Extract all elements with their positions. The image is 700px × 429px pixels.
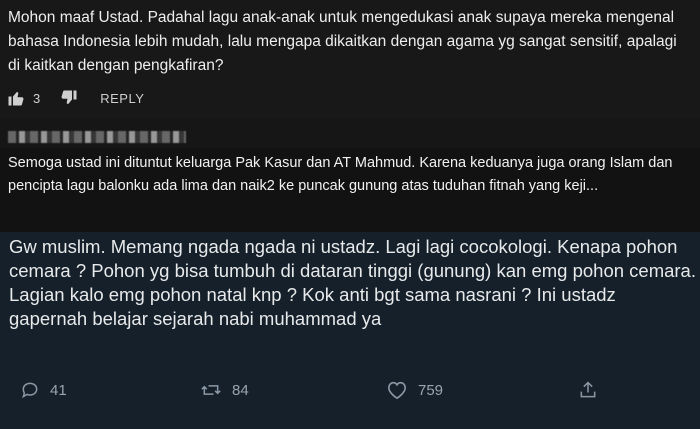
retweet-icon[interactable] (200, 380, 222, 400)
comment-text: Semoga ustad ini dituntut keluarga Pak K… (8, 155, 673, 194)
comment-text: Mohon maaf Ustad. Padahal lagu anak-anak… (8, 9, 677, 74)
reply-action[interactable]: 41 (20, 376, 67, 404)
reply-button[interactable]: REPLY (100, 91, 144, 106)
like-icon[interactable] (386, 380, 408, 400)
tweet-text: Gw muslim. Memang ngada ngada ni ustadz.… (9, 236, 696, 329)
reply-icon[interactable] (20, 380, 40, 400)
like-action[interactable]: 759 (386, 376, 443, 404)
like-count: 759 (418, 381, 444, 399)
retweet-action[interactable]: 84 (200, 376, 249, 404)
thumbs-up-icon[interactable] (7, 89, 25, 107)
reply-count: 41 (50, 381, 67, 399)
share-action[interactable] (578, 376, 598, 404)
retweet-count: 84 (232, 381, 249, 399)
share-icon[interactable] (578, 380, 598, 400)
like-count: 3 (33, 90, 41, 106)
blurred-username (8, 131, 186, 143)
thumbs-down-icon[interactable] (60, 89, 78, 107)
comment-actions: 3 REPLY (7, 87, 144, 109)
tweet-actions: 41 84 759 (0, 376, 700, 404)
